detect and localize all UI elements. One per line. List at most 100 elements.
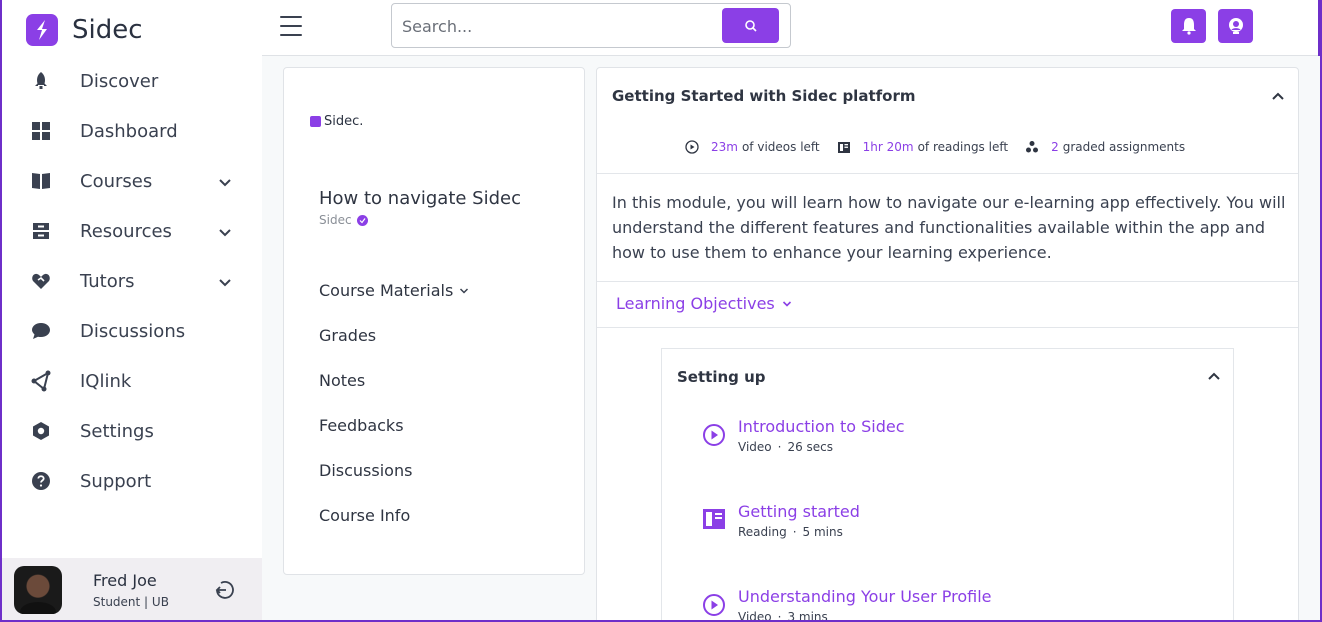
lesson-title[interactable]: Getting started (738, 502, 860, 521)
course-menu-course-info[interactable]: Course Info (319, 493, 469, 538)
sidebar-item-discussions[interactable]: Discussions (2, 306, 262, 356)
learning-objectives-toggle[interactable]: Learning Objectives (616, 294, 792, 313)
course-provider-logo: Sidec. (310, 114, 363, 129)
course-menu-label: Grades (319, 326, 377, 345)
sidebar-nav: Discover Dashboard Courses Resources Tut… (2, 56, 262, 506)
sidebar-item-dashboard[interactable]: Dashboard (2, 106, 262, 156)
menu-toggle-icon[interactable] (280, 16, 302, 43)
lesson-duration: 3 mins (787, 610, 828, 622)
sidebar: Sidec Discover Dashboard Courses Resourc… (2, 0, 262, 620)
chevron-down-icon[interactable] (218, 223, 232, 242)
sidebar-item-support[interactable]: Support (2, 456, 262, 506)
sidebar-item-discover[interactable]: Discover (2, 56, 262, 106)
gear-hex-icon (30, 420, 52, 442)
user-profile[interactable]: Fred Joe Student | UB (2, 558, 262, 620)
notifications-button[interactable] (1171, 9, 1206, 43)
sidec-logo-icon (310, 116, 321, 127)
course-nav-card: Sidec. How to navigate Sidec Sidec Cours… (283, 67, 585, 575)
lesson-title[interactable]: Understanding Your User Profile (738, 587, 992, 606)
profile-button[interactable] (1218, 9, 1253, 43)
search-box (391, 3, 791, 48)
sidebar-item-label: Tutors (80, 270, 135, 292)
sidebar-item-courses[interactable]: Courses (2, 156, 262, 206)
lesson-meta: Video · 3 mins (738, 610, 828, 622)
assignments-label: graded assignments (1062, 140, 1186, 154)
module-stats: 23m of videos left 1hr 20m of readings l… (685, 140, 1202, 154)
share-nodes-icon (30, 370, 52, 392)
course-menu-label: Discussions (319, 461, 413, 480)
sidebar-item-settings[interactable]: Settings (2, 406, 262, 456)
sidebar-item-resources[interactable]: Resources (2, 206, 262, 256)
assignments-value: 2 (1051, 140, 1059, 154)
lesson-meta: Video · 26 secs (738, 440, 834, 454)
lesson-item[interactable]: Introduction to Sidec Video · 26 secs (702, 417, 1202, 467)
sidebar-item-label: Courses (80, 170, 153, 192)
chevron-down-icon[interactable] (218, 173, 232, 192)
brand-name: Sidec (72, 15, 143, 45)
lesson-title[interactable]: Introduction to Sidec (738, 417, 905, 436)
play-circle-icon (702, 593, 726, 621)
sidebar-item-label: Support (80, 470, 152, 492)
lesson-type: Video (738, 610, 772, 622)
sidebar-item-label: Settings (80, 420, 154, 442)
course-menu: Course Materials Grades Notes Feedbacks … (319, 268, 469, 538)
sidebar-item-label: Dashboard (80, 120, 178, 142)
lesson-duration: 5 mins (802, 525, 843, 539)
readings-left-label: of readings left (917, 140, 1009, 154)
course-menu-label: Feedbacks (319, 416, 404, 435)
videos-left-stat: 23m of videos left (685, 140, 820, 154)
section-title: Setting up (677, 368, 766, 386)
avatar[interactable] (14, 566, 62, 614)
sidebar-item-label: Discover (80, 70, 159, 92)
lesson-item[interactable]: Getting started Reading · 5 mins (702, 502, 1202, 552)
sidebar-item-label: IQlink (80, 370, 132, 392)
play-circle-icon (702, 423, 726, 451)
module-card: Getting Started with Sidec platform 23m … (596, 67, 1299, 622)
user-name: Fred Joe (93, 571, 157, 590)
lesson-meta: Reading · 5 mins (738, 525, 843, 539)
section-setting-up: Setting up Introduction to Sidec Video · 2… (661, 348, 1234, 622)
chevron-down-icon[interactable] (218, 273, 232, 292)
chevron-up-icon[interactable] (1207, 366, 1221, 385)
rocket-icon (30, 70, 52, 92)
play-circle-icon (685, 140, 699, 154)
archive-icon (30, 220, 52, 242)
divider (597, 327, 1298, 328)
course-org-name: Sidec (319, 213, 352, 227)
module-title: Getting Started with Sidec platform (612, 87, 916, 105)
course-menu-discussions[interactable]: Discussions (319, 448, 469, 493)
videos-left-label: of videos left (741, 140, 820, 154)
learning-objectives-label: Learning Objectives (616, 294, 775, 313)
brand[interactable]: Sidec (26, 14, 143, 46)
course-menu-grades[interactable]: Grades (319, 313, 469, 358)
assignments-icon (1026, 141, 1039, 153)
search-button[interactable] (722, 8, 779, 43)
course-menu-label: Course Materials (319, 281, 454, 300)
course-menu-notes[interactable]: Notes (319, 358, 469, 403)
sidebar-item-label: Resources (80, 220, 172, 242)
course-menu-label: Course Info (319, 506, 411, 525)
divider (597, 281, 1298, 282)
course-title: How to navigate Sidec (319, 188, 522, 209)
course-menu-feedbacks[interactable]: Feedbacks (319, 403, 469, 448)
lesson-item[interactable]: Understanding Your User Profile Video · 3 … (702, 587, 1202, 622)
module-description: In this module, you will learn how to na… (612, 193, 1286, 262)
course-provider-name: Sidec. (324, 114, 364, 129)
lesson-duration: 26 secs (787, 440, 834, 454)
sidebar-item-tutors[interactable]: Tutors (2, 256, 262, 306)
sidebar-item-iqlink[interactable]: IQlink (2, 356, 262, 406)
assignments-stat: 2 graded assignments (1025, 140, 1185, 154)
chevron-down-icon (460, 287, 469, 294)
book-icon (30, 170, 52, 192)
lesson-type: Video (738, 440, 772, 454)
chat-bubble-icon (30, 320, 52, 342)
course-menu-course-materials[interactable]: Course Materials (319, 268, 469, 313)
chevron-up-icon[interactable] (1271, 86, 1285, 105)
course-menu-label: Notes (319, 371, 366, 390)
logout-icon[interactable] (212, 578, 236, 606)
reading-icon (702, 508, 726, 534)
chevron-down-icon (782, 300, 791, 307)
search-input[interactable] (402, 14, 712, 38)
readings-left-stat: 1hr 20m of readings left (837, 140, 1008, 154)
divider (597, 173, 1298, 174)
